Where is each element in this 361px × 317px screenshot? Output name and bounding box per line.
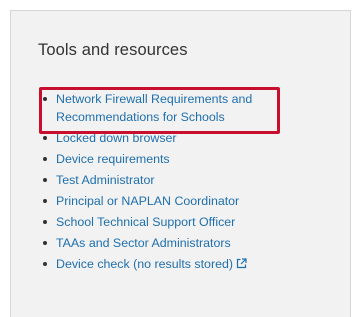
external-link-icon (236, 256, 247, 274)
resource-list: Network Firewall Requirements and Recomm… (40, 90, 340, 277)
school-technical-support-officer-link[interactable]: School Technical Support Officer (56, 215, 235, 229)
device-check-label: Device check (no results stored) (56, 257, 233, 271)
list-item: Network Firewall Requirements and Recomm… (40, 90, 340, 126)
tools-resources-panel: Tools and resources Network Firewall Req… (10, 10, 351, 317)
network-firewall-link[interactable]: Network Firewall Requirements and Recomm… (56, 90, 266, 126)
list-item: Device requirements (40, 150, 340, 168)
device-check-link[interactable]: Device check (no results stored) (56, 257, 247, 271)
device-requirements-link[interactable]: Device requirements (56, 152, 170, 166)
list-item: Device check (no results stored) (40, 255, 340, 274)
locked-down-browser-link[interactable]: Locked down browser (56, 131, 177, 145)
principal-naplan-coordinator-link[interactable]: Principal or NAPLAN Coordinator (56, 194, 239, 208)
list-item: Principal or NAPLAN Coordinator (40, 192, 340, 210)
test-administrator-link[interactable]: Test Administrator (56, 173, 154, 187)
taas-sector-administrators-link[interactable]: TAAs and Sector Administrators (56, 236, 231, 250)
panel-title: Tools and resources (38, 41, 188, 59)
list-item: School Technical Support Officer (40, 213, 340, 231)
list-item: Test Administrator (40, 171, 340, 189)
list-item: Locked down browser (40, 129, 340, 147)
list-item: TAAs and Sector Administrators (40, 234, 340, 252)
